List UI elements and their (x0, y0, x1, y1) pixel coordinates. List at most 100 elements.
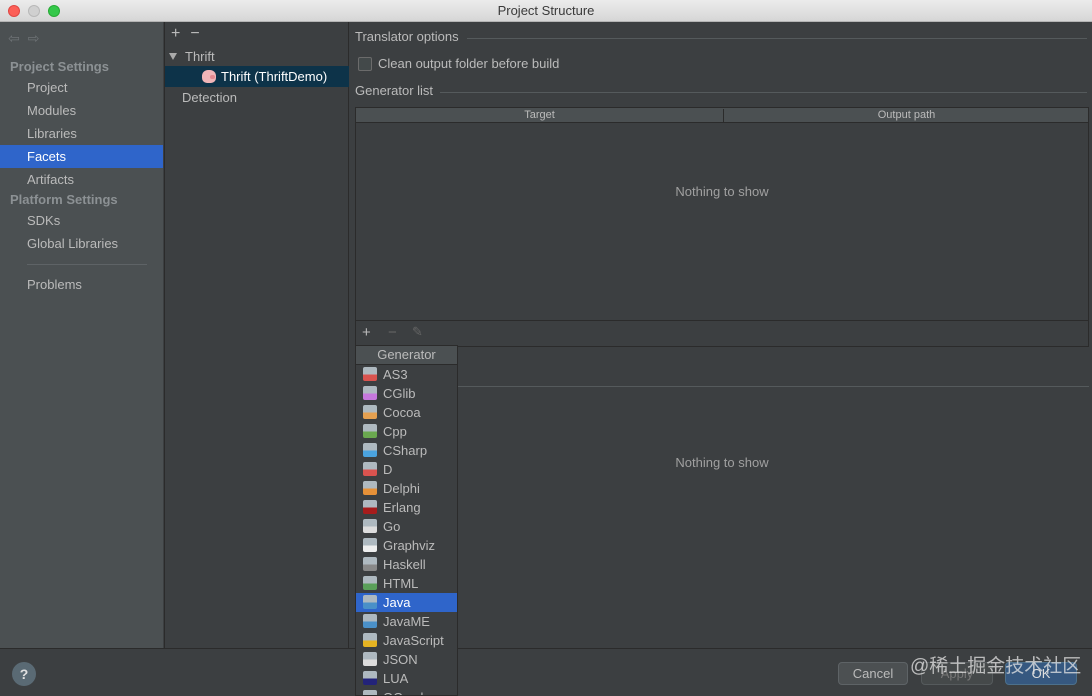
generator-item-label: AS3 (383, 367, 408, 382)
generator-item-label: Cocoa (383, 405, 421, 420)
cglib-icon (363, 386, 377, 400)
group-divider (467, 38, 1087, 39)
generator-item-cpp[interactable]: Cpp (356, 422, 457, 441)
watermark: @稀土掘金技术社区 (910, 656, 1082, 677)
generator-item-javame[interactable]: JavaME (356, 612, 457, 631)
generator-item-go[interactable]: Go (356, 517, 457, 536)
generator-item-ocaml[interactable]: OCaml (356, 688, 457, 695)
clean-output-checkbox[interactable] (358, 57, 372, 71)
forward-arrow-icon[interactable]: ⇨ (28, 30, 40, 46)
csharp-icon (363, 443, 377, 457)
remove-generator-button[interactable]: − (388, 324, 397, 341)
column-target[interactable]: Target (356, 109, 724, 123)
generator-item-erlang[interactable]: Erlang (356, 498, 457, 517)
sidebar-item-facets[interactable]: Facets (0, 145, 163, 168)
generator-item-json[interactable]: JSON (356, 650, 457, 669)
go-icon (363, 519, 377, 533)
cancel-button[interactable]: Cancel (838, 662, 908, 685)
generator-item-cocoa[interactable]: Cocoa (356, 403, 457, 422)
sidebar-item-problems[interactable]: Problems (0, 273, 163, 296)
generator-item-label: LUA (383, 671, 409, 686)
generator-popup-menu[interactable]: Generator AS3 CGlib Cocoa Cpp CSharp D Delphi E… (355, 345, 458, 696)
html-icon (363, 576, 377, 590)
generator-item-label: D (383, 462, 393, 477)
back-arrow-icon[interactable]: ⇦ (8, 30, 20, 46)
column-output-path[interactable]: Output path (725, 109, 1088, 121)
generator-item-cglib[interactable]: CGlib (356, 384, 457, 403)
remove-facet-button[interactable]: − (190, 25, 199, 42)
generator-item-label: Cpp (383, 424, 407, 439)
empty-details-message: Nothing to show (675, 455, 769, 470)
generator-item-javascript[interactable]: JavaScript (356, 631, 457, 650)
facets-tree-panel: + − Thrift Thrift (ThriftDemo) Detection (164, 22, 349, 648)
as3-icon (363, 367, 377, 381)
generator-item-label: Go (383, 519, 401, 534)
generator-item-label: Haskell (383, 557, 426, 572)
tree-item-detection[interactable]: Detection (182, 87, 237, 108)
lua-icon (363, 671, 377, 685)
tree-group-label: Thrift (185, 49, 215, 64)
sidebar-item-project[interactable]: Project (0, 76, 163, 99)
group-divider (440, 92, 1087, 93)
nav-arrows: ⇦ ⇨ (8, 30, 47, 47)
sidebar-item-sdks[interactable]: SDKs (0, 209, 163, 232)
erlang-icon (363, 500, 377, 514)
generator-item-label: Erlang (383, 500, 421, 515)
table-header: Target Output path (356, 108, 1088, 123)
sidebar-divider (27, 264, 147, 265)
sidebar-item-modules[interactable]: Modules (0, 99, 163, 122)
javascript-icon (363, 633, 377, 647)
generator-list: AS3 CGlib Cocoa Cpp CSharp D Delphi Erlang Go Gra… (356, 365, 457, 695)
generator-item-d[interactable]: D (356, 460, 457, 479)
tree-item-label: Thrift (ThriftDemo) (221, 69, 328, 84)
dialog-footer: ? Cancel Apply OK @稀土掘金技术社区 (0, 648, 1092, 696)
generator-table[interactable]: Target Output path Nothing to show (355, 107, 1089, 321)
generator-item-label: JSON (383, 652, 418, 667)
generator-item-label: Java (383, 595, 411, 610)
generator-item-delphi[interactable]: Delphi (356, 479, 457, 498)
graphviz-icon (363, 538, 377, 552)
json-icon (363, 652, 377, 666)
generator-item-lua[interactable]: LUA (356, 669, 457, 688)
cpp-icon (363, 424, 377, 438)
expand-arrow-icon[interactable] (169, 53, 177, 60)
generator-item-label: CSharp (383, 443, 428, 458)
haskell-icon (363, 557, 377, 571)
sidebar-item-global-libraries[interactable]: Global Libraries (0, 232, 163, 255)
java-icon (363, 595, 377, 609)
settings-sidebar: ⇦ ⇨ Project Settings Project Modules Libr… (0, 22, 163, 648)
clean-output-label[interactable]: Clean output folder before build (378, 56, 559, 71)
ocaml-icon (363, 690, 377, 695)
add-generator-button[interactable]: + (362, 324, 371, 341)
window-title: Project Structure (497, 3, 595, 18)
thrift-options-panel: Translator options Clean output folder b… (350, 22, 1092, 648)
generator-item-java[interactable]: Java (356, 593, 457, 612)
thrift-pig-icon (202, 70, 216, 83)
generator-item-label: CGlib (383, 386, 416, 401)
sidebar-item-artifacts[interactable]: Artifacts (0, 168, 163, 191)
generator-item-csharp[interactable]: CSharp (356, 441, 457, 460)
cocoa-icon (363, 405, 377, 419)
generator-item-html[interactable]: HTML (356, 574, 457, 593)
generator-item-as3[interactable]: AS3 (356, 365, 457, 384)
title-bar: Project Structure (0, 0, 1092, 22)
generator-item-label: HTML (383, 576, 419, 591)
add-facet-button[interactable]: + (171, 25, 180, 42)
generator-item-label: OCaml (383, 690, 423, 695)
translator-options-title: Translator options (355, 29, 459, 44)
delphi-icon (363, 481, 377, 495)
generator-item-label: Graphviz (383, 538, 436, 553)
tree-group-thrift[interactable]: Thrift (169, 46, 215, 67)
generator-item-graphviz[interactable]: Graphviz (356, 536, 457, 555)
help-button[interactable]: ? (12, 662, 36, 686)
tree-item-thrift-facet[interactable]: Thrift (ThriftDemo) (165, 66, 349, 87)
generator-details-area: Nothing to show (355, 386, 1089, 600)
generator-table-toolbar: + − ✎ (355, 321, 1089, 347)
platform-settings-header: Platform Settings (10, 192, 118, 207)
facets-toolbar: + − (171, 25, 210, 43)
edit-pencil-icon[interactable]: ✎ (412, 324, 423, 340)
d-icon (363, 462, 377, 476)
sidebar-item-libraries[interactable]: Libraries (0, 122, 163, 145)
generator-item-haskell[interactable]: Haskell (356, 555, 457, 574)
popup-header: Generator (356, 346, 457, 365)
